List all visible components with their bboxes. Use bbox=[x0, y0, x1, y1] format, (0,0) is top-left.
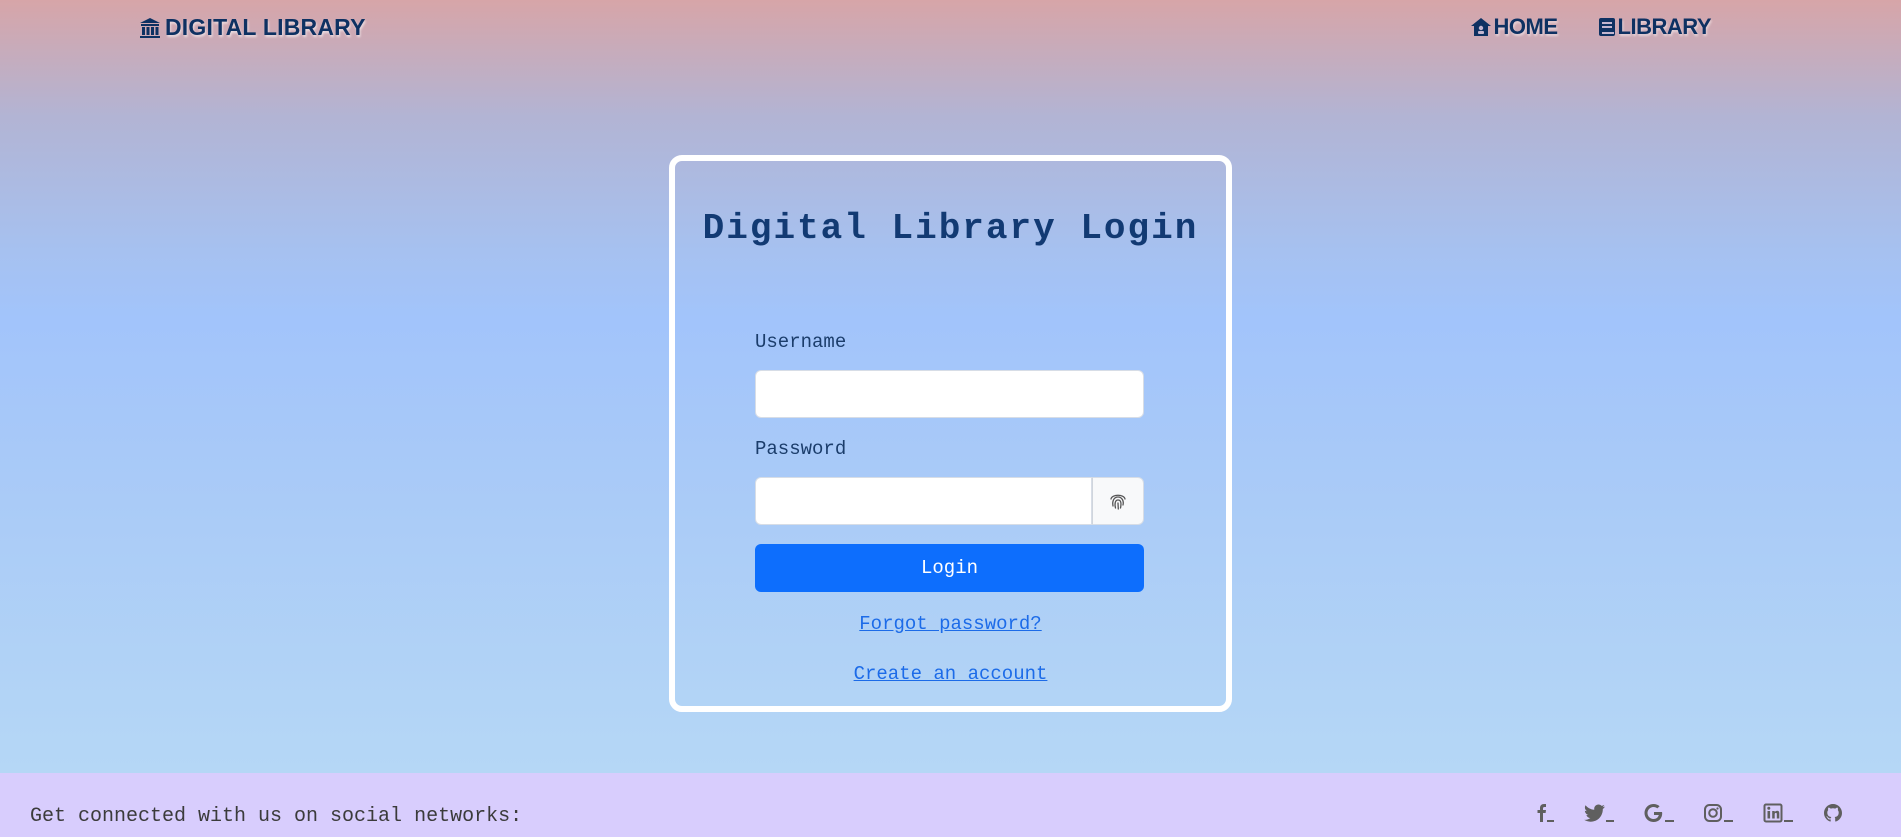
login-card: Digital Library Login Username Password … bbox=[669, 155, 1232, 712]
twitter-icon bbox=[1584, 804, 1614, 822]
facebook-link[interactable] bbox=[1531, 803, 1555, 823]
twitter-link[interactable] bbox=[1583, 803, 1615, 823]
password-label: Password bbox=[755, 438, 847, 460]
google-icon bbox=[1644, 804, 1674, 822]
username-label: Username bbox=[755, 331, 847, 353]
linkedin-link[interactable] bbox=[1763, 803, 1795, 823]
navbar: DIGITAL LIBRARY HOME LIBRARY bbox=[0, 0, 1901, 56]
nav-home-label: HOME bbox=[1493, 14, 1559, 39]
footer: Get connected with us on social networks… bbox=[0, 773, 1901, 837]
login-title: Digital Library Login bbox=[702, 208, 1199, 249]
facebook-icon bbox=[1537, 804, 1554, 822]
book-icon bbox=[1598, 18, 1615, 36]
instagram-icon bbox=[1704, 804, 1733, 822]
github-icon bbox=[1824, 804, 1842, 822]
footer-text: Get connected with us on social networks… bbox=[30, 805, 523, 828]
login-button[interactable]: Login bbox=[755, 544, 1144, 592]
brand-link[interactable]: DIGITAL LIBRARY bbox=[139, 14, 366, 41]
github-link[interactable] bbox=[1823, 803, 1843, 823]
nav-links: HOME LIBRARY bbox=[1470, 14, 1712, 40]
house-icon bbox=[1470, 18, 1491, 36]
google-link[interactable] bbox=[1643, 803, 1675, 823]
bank-icon bbox=[140, 17, 160, 38]
social-links bbox=[1531, 803, 1843, 823]
password-toggle-button[interactable] bbox=[1092, 477, 1144, 525]
forgot-password-link[interactable]: Forgot password? bbox=[675, 613, 1226, 635]
nav-home-link[interactable]: HOME bbox=[1470, 14, 1558, 40]
username-input[interactable] bbox=[755, 370, 1144, 418]
forgot-password-text: Forgot password? bbox=[859, 613, 1042, 635]
fingerprint-icon bbox=[1110, 494, 1126, 510]
brand-text: DIGITAL LIBRARY bbox=[165, 14, 366, 40]
password-input[interactable] bbox=[755, 477, 1092, 525]
password-group bbox=[755, 477, 1144, 525]
create-account-link[interactable]: Create an account bbox=[675, 663, 1226, 685]
create-account-text: Create an account bbox=[853, 663, 1048, 685]
nav-library-link[interactable]: LIBRARY bbox=[1598, 14, 1712, 40]
nav-library-label: LIBRARY bbox=[1617, 14, 1712, 39]
instagram-link[interactable] bbox=[1703, 803, 1735, 823]
linkedin-icon bbox=[1763, 803, 1793, 823]
